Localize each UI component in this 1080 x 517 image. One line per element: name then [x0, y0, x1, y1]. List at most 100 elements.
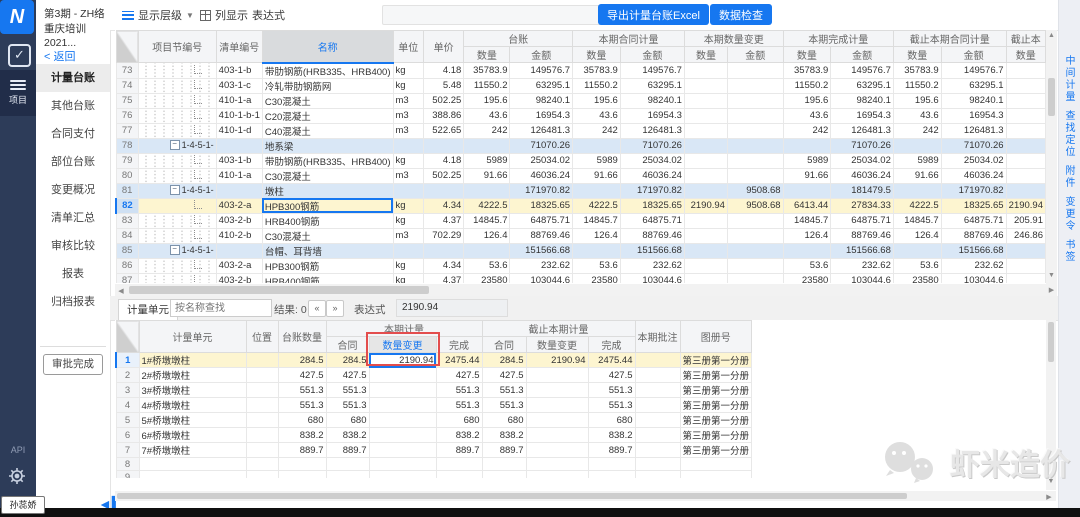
tab-measure-unit[interactable]: 计量单元 [118, 299, 178, 320]
prev-result-button[interactable]: « [308, 300, 326, 317]
ledger-row-82[interactable]: 82403-2-aHPB300钢筋kg4.344222.518325.65422… [116, 198, 1046, 213]
item-name-cell[interactable]: 带肋钢筋(HRB335、HRB400) [262, 153, 393, 168]
row-number[interactable]: 8 [116, 458, 139, 471]
item-name-cell[interactable]: 墩柱 [262, 183, 393, 198]
unit-row-5[interactable]: 55#桥墩墩柱680680680680680第三册第一分册 [116, 413, 752, 428]
row-number[interactable]: 2 [116, 368, 139, 383]
unit-expression-value[interactable]: 2190.94 [396, 299, 508, 317]
sidebar-item-2[interactable]: 合同支付 [36, 120, 110, 148]
app-logo-icon[interactable]: N [0, 0, 34, 34]
collapse-node-icon[interactable]: − [170, 245, 180, 255]
selected-qty-change-cell[interactable]: 2190.94 [369, 353, 436, 368]
ledger-row-83[interactable]: 83403-2-bHRB400钢筋kg4.3714845.764875.7114… [116, 213, 1046, 228]
row-number[interactable]: 5 [116, 413, 139, 428]
unit-name-cell[interactable]: 2#桥墩墩柱 [139, 368, 246, 383]
item-name-cell[interactable]: C40混凝土 [262, 123, 393, 138]
right-strip-item-1[interactable]: 查找定位 [1064, 110, 1076, 158]
unit-search-input[interactable] [170, 299, 272, 317]
unit-row-6[interactable]: 66#桥墩墩柱838.2838.2838.2838.2838.2第三册第一分册 [116, 428, 752, 443]
row-number[interactable]: 78 [116, 138, 138, 153]
ledger-row-86[interactable]: 86403-2-aHPB300钢筋kg4.3453.6232.6253.6232… [116, 258, 1046, 273]
row-number[interactable]: 76 [116, 108, 138, 123]
item-name-cell[interactable]: 地系梁 [262, 138, 393, 153]
sidebar-item-7[interactable]: 报表 [36, 260, 110, 288]
right-strip-item-4[interactable]: 书签 [1064, 239, 1076, 263]
ledger-row-85[interactable]: 85−1-4-5-1-台帽、耳背墙151566.68151566.6815156… [116, 243, 1046, 258]
sidebar-item-1[interactable]: 其他台账 [36, 92, 110, 120]
row-number[interactable]: 6 [116, 428, 139, 443]
unit-name-cell[interactable]: 3#桥墩墩柱 [139, 383, 246, 398]
row-number[interactable]: 83 [116, 213, 138, 228]
unit-name-cell[interactable]: 7#桥墩墩柱 [139, 443, 246, 458]
back-link[interactable]: < 返回 [44, 48, 75, 64]
sidebar-item-6[interactable]: 审核比较 [36, 232, 110, 260]
item-name-cell[interactable]: 冷轧带肋钢筋网 [262, 78, 393, 93]
rail-item-project[interactable]: 项目 [0, 70, 36, 116]
unit-name-cell[interactable] [139, 471, 246, 479]
row-number[interactable]: 1 [116, 353, 139, 368]
collapse-node-icon[interactable]: − [170, 185, 180, 195]
ledger-row-75[interactable]: 75410-1-aC30混凝土m3502.25195.698240.1195.6… [116, 93, 1046, 108]
api-link[interactable]: API [0, 445, 36, 455]
item-name-cell[interactable]: HPB300钢筋 [262, 198, 393, 213]
settings-gear-icon[interactable] [7, 466, 27, 491]
data-check-button[interactable]: 数据检查 [710, 4, 772, 25]
row-number[interactable]: 82 [116, 198, 138, 213]
item-name-cell[interactable]: HRB400钢筋 [262, 273, 393, 283]
tasks-check-icon[interactable]: ✓ [8, 44, 31, 67]
item-name-cell[interactable]: C30混凝土 [262, 168, 393, 183]
main-horizontal-scrollbar[interactable]: ◀ [115, 284, 1046, 296]
item-name-cell[interactable]: HRB400钢筋 [262, 213, 393, 228]
item-name-cell[interactable]: 带肋钢筋(HRB335、HRB400) [262, 63, 393, 79]
export-excel-button[interactable]: 导出计量台账Excel [598, 4, 709, 25]
column-display-button[interactable]: 列显示 [200, 0, 248, 30]
right-strip-item-3[interactable]: 变更令 [1064, 196, 1076, 232]
row-number[interactable]: 81 [116, 183, 138, 198]
item-name-cell[interactable]: HPB300钢筋 [262, 258, 393, 273]
unit-row-4[interactable]: 44#桥墩墩柱551.3551.3551.3551.3551.3第三册第一分册 [116, 398, 752, 413]
unit-row-7[interactable]: 77#桥墩墩柱889.7889.7889.7889.7889.7第三册第一分册 [116, 443, 752, 458]
row-number[interactable]: 74 [116, 78, 138, 93]
user-badge[interactable]: 孙蕊娇 [1, 496, 45, 514]
unit-row-3[interactable]: 33#桥墩墩柱551.3551.3551.3551.3551.3第三册第一分册 [116, 383, 752, 398]
item-name-cell[interactable]: C30混凝土 [262, 93, 393, 108]
item-name-cell[interactable]: C20混凝土 [262, 108, 393, 123]
ledger-row-76[interactable]: 76410-1-b-1C20混凝土m3388.8643.616954.343.6… [116, 108, 1046, 123]
row-number[interactable]: 9 [116, 471, 139, 479]
main-vertical-scrollbar[interactable]: ▲ ▼ ▶ [1046, 30, 1057, 296]
sidebar-item-5[interactable]: 清单汇总 [36, 204, 110, 232]
next-result-button[interactable]: » [326, 300, 344, 317]
row-number[interactable]: 80 [116, 168, 138, 183]
ledger-row-84[interactable]: 84410-2-bC30混凝土m3702.29126.488769.46126.… [116, 228, 1046, 243]
row-number[interactable]: 86 [116, 258, 138, 273]
unit-row-1[interactable]: 11#桥墩墩柱284.5284.52190.942475.44284.52190… [116, 353, 752, 368]
right-strip-item-2[interactable]: 附件 [1064, 165, 1076, 189]
ledger-row-80[interactable]: 80410-1-aC30混凝土m3502.2591.6646036.2491.6… [116, 168, 1046, 183]
right-strip-item-0[interactable]: 中间计量 [1064, 55, 1076, 103]
ledger-row-79[interactable]: 79403-1-b带肋钢筋(HRB335、HRB400)kg4.18598925… [116, 153, 1046, 168]
row-number[interactable]: 85 [116, 243, 138, 258]
display-level-dropdown[interactable]: 显示层级▼ [122, 0, 194, 30]
unit-name-cell[interactable]: 1#桥墩墩柱 [139, 353, 246, 368]
unit-row-9[interactable]: 9 [116, 471, 752, 479]
row-number[interactable]: 4 [116, 398, 139, 413]
sidebar-item-4[interactable]: 变更概况 [36, 176, 110, 204]
row-number[interactable]: 75 [116, 93, 138, 108]
unit-row-8[interactable]: 8 [116, 458, 752, 471]
sidebar-item-0[interactable]: 计量台账 [36, 64, 110, 92]
row-number[interactable]: 87 [116, 273, 138, 283]
sidebar-item-8[interactable]: 归档报表 [36, 288, 110, 316]
unit-horizontal-scrollbar[interactable]: ▶ [115, 491, 1056, 501]
unit-name-cell[interactable]: 5#桥墩墩柱 [139, 413, 246, 428]
item-name-cell[interactable]: C30混凝土 [262, 228, 393, 243]
unit-name-cell[interactable]: 6#桥墩墩柱 [139, 428, 246, 443]
unit-name-cell[interactable] [139, 458, 246, 471]
row-number[interactable]: 73 [116, 63, 138, 79]
row-number[interactable]: 84 [116, 228, 138, 243]
unit-name-cell[interactable]: 4#桥墩墩柱 [139, 398, 246, 413]
unit-row-2[interactable]: 22#桥墩墩柱427.5427.5427.5427.5427.5第三册第一分册 [116, 368, 752, 383]
ledger-row-77[interactable]: 77410-1-dC40混凝土m3522.65242126481.3242126… [116, 123, 1046, 138]
ledger-row-78[interactable]: 78−1-4-5-1-地系梁71070.2671070.2671070.2671… [116, 138, 1046, 153]
approve-complete-button[interactable]: 审批完成 [43, 354, 103, 375]
collapse-node-icon[interactable]: − [170, 140, 180, 150]
